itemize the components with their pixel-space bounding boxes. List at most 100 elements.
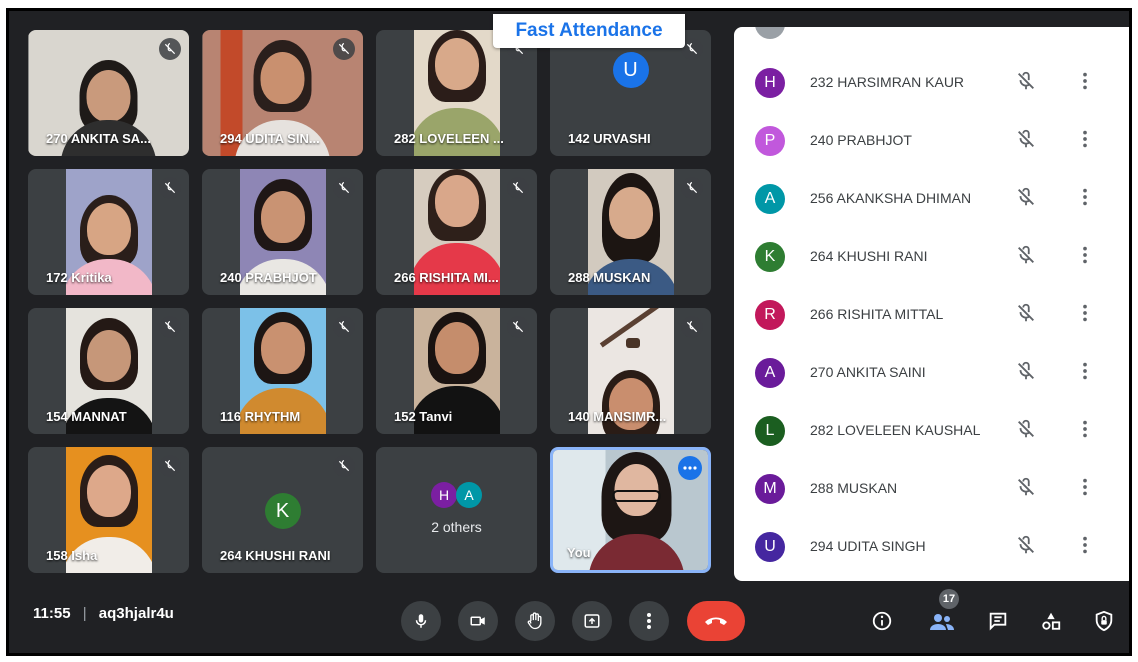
shield-lock-icon: [1095, 610, 1113, 632]
mic-off-icon: [333, 316, 355, 338]
participant-row[interactable]: L 282 LOVELEEN KAUSHAL: [734, 401, 1129, 459]
participant-tile[interactable]: 158 Isha: [28, 447, 189, 573]
mic-off-icon: [159, 177, 181, 199]
participant-avatar: A: [755, 358, 785, 388]
more-vert-icon[interactable]: [1074, 302, 1096, 329]
raise-hand-icon: [527, 612, 542, 630]
participant-avatar: K: [264, 493, 301, 529]
more-vert-icon[interactable]: [1074, 360, 1096, 387]
participant-row-name: 266 RISHITA MITTAL: [810, 306, 944, 322]
participant-avatar: U: [755, 532, 785, 562]
participant-name: 116 RHYTHM: [220, 409, 301, 424]
more-options-button[interactable]: [629, 601, 669, 641]
participant-tile[interactable]: U 142 URVASHI: [550, 30, 711, 156]
participant-name: 282 LOVELEEN ...: [394, 131, 504, 146]
participant-name: 288 MUSKAN: [568, 270, 651, 285]
participant-row[interactable]: R 266 RISHITA MITTAL: [734, 285, 1129, 343]
participant-name: 240 PRABHJOT: [220, 270, 317, 285]
meeting-details-button[interactable]: [867, 606, 897, 636]
more-vert-icon[interactable]: [1074, 244, 1096, 271]
leave-call-button[interactable]: [687, 601, 745, 641]
others-avatar: A: [456, 482, 482, 508]
participant-tile[interactable]: 270 ANKITA SA...: [28, 30, 189, 156]
participant-tile[interactable]: K 264 KHUSHI RANI: [202, 447, 363, 573]
participant-row-name: 288 MUSKAN: [810, 480, 898, 496]
meeting-info: 11:55 | aq3hjalr4u: [33, 605, 174, 622]
participant-tile[interactable]: 288 MUSKAN: [550, 169, 711, 295]
others-avatar: H: [431, 482, 457, 508]
self-tile[interactable]: You: [550, 447, 711, 573]
participant-tile[interactable]: 282 LOVELEEN ...: [376, 30, 537, 156]
participant-tile[interactable]: 154 MANNAT: [28, 308, 189, 434]
participant-name: 152 Tanvi: [394, 409, 453, 424]
self-name: You: [567, 545, 591, 560]
participant-avatar-partial: [755, 27, 785, 39]
more-vert-icon[interactable]: [1074, 186, 1096, 213]
others-tile[interactable]: H A 2 others: [376, 447, 537, 573]
panel-scrollbar[interactable]: [1131, 339, 1132, 577]
more-vert-icon[interactable]: [1074, 418, 1096, 445]
camera-button[interactable]: [458, 601, 498, 641]
participant-row[interactable]: M 288 MUSKAN: [734, 459, 1129, 517]
bottom-toolbar: 11:55 | aq3hjalr4u 17: [9, 579, 1129, 653]
participant-tile[interactable]: 172 Kritika: [28, 169, 189, 295]
fast-attendance-badge[interactable]: Fast Attendance: [493, 14, 685, 48]
participant-row[interactable]: H 232 HARSIMRAN KAUR: [734, 53, 1129, 111]
participant-avatar: H: [755, 68, 785, 98]
microphone-button[interactable]: [401, 601, 441, 641]
participant-avatar: M: [755, 474, 785, 504]
mic-off-icon: [333, 177, 355, 199]
more-vert-icon[interactable]: [1074, 70, 1096, 97]
meet-window: 270 ANKITA SA... 294 UDITA SIN... 282 LO…: [6, 8, 1132, 656]
participant-name: 270 ANKITA SA...: [46, 131, 151, 146]
people-count-badge: 17: [939, 589, 959, 609]
participant-row[interactable]: A 270 ANKITA SAINI: [734, 343, 1129, 401]
participant-row[interactable]: A 256 AKANKSHA DHIMAN: [734, 169, 1129, 227]
participant-tile[interactable]: 152 Tanvi: [376, 308, 537, 434]
more-options-icon[interactable]: [678, 456, 702, 480]
participant-tile[interactable]: 266 RISHITA MI...: [376, 169, 537, 295]
info-icon: [872, 611, 892, 631]
mic-off-icon: [681, 177, 703, 199]
participant-tile[interactable]: 140 MANSIMR...: [550, 308, 711, 434]
participant-row-name: 270 ANKITA SAINI: [810, 364, 926, 380]
more-vert-icon[interactable]: [1074, 128, 1096, 155]
hang-up-icon: [705, 617, 727, 625]
participant-row-name: 294 UDITA SINGH: [810, 538, 926, 554]
mic-off-icon: [159, 38, 181, 60]
mic-off-icon: [159, 455, 181, 477]
participant-row[interactable]: K 264 KHUSHI RANI: [734, 227, 1129, 285]
present-screen-button[interactable]: [572, 601, 612, 641]
mic-off-icon: [1015, 360, 1037, 387]
more-vert-icon[interactable]: [1074, 534, 1096, 561]
participant-tile[interactable]: 240 PRABHJOT: [202, 169, 363, 295]
present-icon: [584, 614, 600, 628]
activities-button[interactable]: [1036, 606, 1066, 636]
more-vert-icon: [647, 613, 651, 629]
mic-off-icon: [1015, 70, 1037, 97]
activities-icon: [1042, 612, 1061, 630]
participant-name: 266 RISHITA MI...: [394, 270, 499, 285]
participant-row-name: 282 LOVELEEN KAUSHAL: [810, 422, 981, 438]
chat-button[interactable]: [983, 606, 1013, 636]
host-controls-button[interactable]: [1089, 606, 1119, 636]
others-count-label: 2 others: [431, 519, 482, 535]
mic-off-icon: [159, 316, 181, 338]
participant-avatar: R: [755, 300, 785, 330]
camera-icon: [470, 616, 485, 626]
participant-name: 264 KHUSHI RANI: [220, 548, 331, 563]
raise-hand-button[interactable]: [515, 601, 555, 641]
mic-off-icon: [333, 455, 355, 477]
participant-row[interactable]: U 294 UDITA SINGH: [734, 517, 1129, 575]
people-button[interactable]: 17: [927, 589, 959, 636]
mic-off-icon: [681, 316, 703, 338]
participant-tile[interactable]: 116 RHYTHM: [202, 308, 363, 434]
more-vert-icon[interactable]: [1074, 476, 1096, 503]
participant-tile[interactable]: 294 UDITA SIN...: [202, 30, 363, 156]
participant-row-name: 232 HARSIMRAN KAUR: [810, 74, 965, 90]
participant-name: 158 Isha: [46, 548, 98, 563]
mic-off-icon: [1015, 302, 1037, 329]
participant-row[interactable]: P 240 PRABHJOT: [734, 111, 1129, 169]
participant-name: 154 MANNAT: [46, 409, 127, 424]
participant-name: 172 Kritika: [46, 270, 112, 285]
